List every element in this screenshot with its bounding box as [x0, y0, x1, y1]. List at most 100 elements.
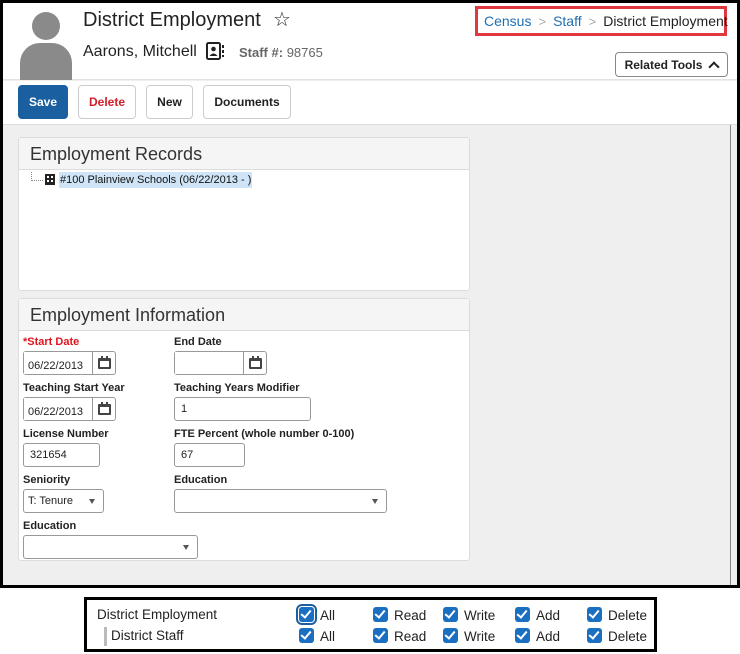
employment-information-panel: Employment Information *Start Date End D…: [18, 298, 470, 561]
tree-connector: [31, 180, 43, 181]
chevron-right-icon: >: [588, 13, 597, 29]
contact-card-icon[interactable]: [205, 41, 225, 61]
dropdown-arrow-icon: [372, 499, 378, 504]
permission-label: Delete: [608, 629, 648, 644]
avatar-body: [20, 43, 72, 80]
calendar-icon: [97, 401, 111, 415]
checkbox-checked-icon[interactable]: [443, 627, 458, 643]
permission-label: Add: [536, 629, 561, 644]
avatar-head: [32, 12, 60, 40]
permission-write-checkbox[interactable]: Write: [443, 605, 495, 623]
calendar-icon: [97, 355, 111, 369]
documents-button[interactable]: Documents: [203, 85, 291, 119]
permission-row: District Employment All Read Write Add D…: [87, 605, 654, 625]
start-date-calendar-button[interactable]: [92, 352, 115, 374]
checkbox-checked-icon[interactable]: [373, 627, 388, 643]
permission-read-checkbox[interactable]: Read: [373, 605, 426, 623]
checkbox-checked-icon[interactable]: [587, 606, 602, 622]
checkbox-checked-icon[interactable]: [515, 627, 530, 643]
seniority-label: Seniority: [23, 474, 71, 486]
permission-label: Read: [394, 608, 427, 623]
avatar-placeholder-icon: [17, 10, 73, 80]
breadcrumb-current: District Employment: [603, 13, 728, 29]
person-name: Aarons, Mitchell: [83, 43, 197, 60]
start-date-input[interactable]: [24, 352, 92, 374]
star-outline-icon[interactable]: ☆: [273, 8, 291, 32]
end-date-calendar-button[interactable]: [243, 352, 266, 374]
start-date-label: *Start Date: [23, 336, 80, 348]
permission-row: District Staff All Read Write Add Delete: [87, 626, 654, 646]
education-select-2[interactable]: [23, 535, 198, 559]
education-select[interactable]: [174, 489, 387, 513]
teaching-years-modifier-label: Teaching Years Modifier: [174, 382, 300, 394]
checkbox-checked-icon[interactable]: [299, 606, 314, 622]
license-number-input[interactable]: [23, 443, 100, 467]
tree-item[interactable]: #100 Plainview Schools (06/22/2013 - ): [19, 172, 469, 190]
tool-rights-box: District Employment All Read Write Add D…: [84, 597, 657, 652]
scrollbar-track[interactable]: [730, 125, 731, 585]
permission-label: Write: [464, 629, 496, 644]
permission-write-checkbox[interactable]: Write: [443, 626, 495, 644]
teaching-start-year-field[interactable]: [23, 397, 116, 421]
app-window: District Employment ☆ Aarons, Mitchell S…: [0, 0, 740, 588]
permission-label: Add: [536, 608, 561, 623]
teaching-start-year-input[interactable]: [24, 398, 92, 420]
permission-name: District Staff: [111, 628, 184, 643]
permission-all-checkbox[interactable]: All: [299, 605, 335, 623]
end-date-label: End Date: [174, 336, 222, 348]
permission-label: Delete: [608, 608, 648, 623]
checkbox-checked-icon[interactable]: [373, 606, 388, 622]
checkbox-checked-icon[interactable]: [587, 627, 602, 643]
end-date-input[interactable]: [175, 352, 243, 374]
fte-percent-input[interactable]: [174, 443, 245, 467]
dropdown-arrow-icon: [89, 499, 95, 504]
permission-read-checkbox[interactable]: Read: [373, 626, 426, 644]
employment-records-title: Employment Records: [19, 138, 469, 170]
checkbox-checked-icon[interactable]: [443, 606, 458, 622]
education-label-2: Education: [23, 520, 77, 532]
breadcrumb-staff[interactable]: Staff: [553, 13, 582, 29]
staff-number-label: Staff #:: [239, 45, 284, 60]
permission-delete-checkbox[interactable]: Delete: [587, 626, 647, 644]
tree-item-label[interactable]: #100 Plainview Schools (06/22/2013 - ): [59, 172, 253, 188]
end-date-field[interactable]: [174, 351, 267, 375]
license-number-label: License Number: [23, 428, 109, 440]
breadcrumb: Census > Staff > District Employment: [475, 6, 728, 36]
employment-information-title: Employment Information: [19, 299, 469, 331]
chevron-up-icon: [708, 60, 721, 73]
checkbox-checked-icon[interactable]: [515, 606, 530, 622]
start-date-field[interactable]: [23, 351, 116, 375]
chevron-right-icon: >: [538, 13, 547, 29]
permission-add-checkbox[interactable]: Add: [515, 626, 560, 644]
action-toolbar: Save Delete New Documents: [3, 81, 737, 125]
staff-number: Staff #: 98765: [239, 45, 323, 60]
building-icon: [45, 174, 55, 185]
page-header: District Employment ☆ Aarons, Mitchell S…: [3, 3, 737, 80]
permission-name: District Employment: [97, 607, 218, 622]
employment-records-panel: Employment Records #100 Plainview School…: [18, 137, 470, 291]
teaching-start-year-calendar-button[interactable]: [92, 398, 115, 420]
indent-bar: [104, 627, 107, 646]
fte-percent-label: FTE Percent (whole number 0-100): [174, 428, 355, 440]
dropdown-arrow-icon: [183, 545, 189, 550]
related-tools-button[interactable]: Related Tools: [615, 52, 728, 77]
calendar-icon: [248, 355, 262, 369]
seniority-select[interactable]: T: Tenure: [23, 489, 104, 513]
breadcrumb-census[interactable]: Census: [484, 13, 531, 29]
checkbox-checked-icon[interactable]: [299, 627, 314, 643]
permission-label: All: [320, 629, 336, 644]
permission-delete-checkbox[interactable]: Delete: [587, 605, 647, 623]
teaching-start-year-label: Teaching Start Year: [23, 382, 125, 394]
permission-add-checkbox[interactable]: Add: [515, 605, 560, 623]
page-title: District Employment: [83, 9, 261, 31]
save-button[interactable]: Save: [18, 85, 68, 119]
permission-all-checkbox[interactable]: All: [299, 626, 335, 644]
new-button[interactable]: New: [146, 85, 193, 119]
permission-label: Read: [394, 629, 427, 644]
permission-label: All: [320, 608, 336, 623]
teaching-years-modifier-input[interactable]: [174, 397, 311, 421]
staff-number-value: 98765: [286, 45, 323, 60]
permission-label: Write: [464, 608, 496, 623]
delete-button[interactable]: Delete: [78, 85, 136, 119]
education-label: Education: [174, 474, 228, 486]
